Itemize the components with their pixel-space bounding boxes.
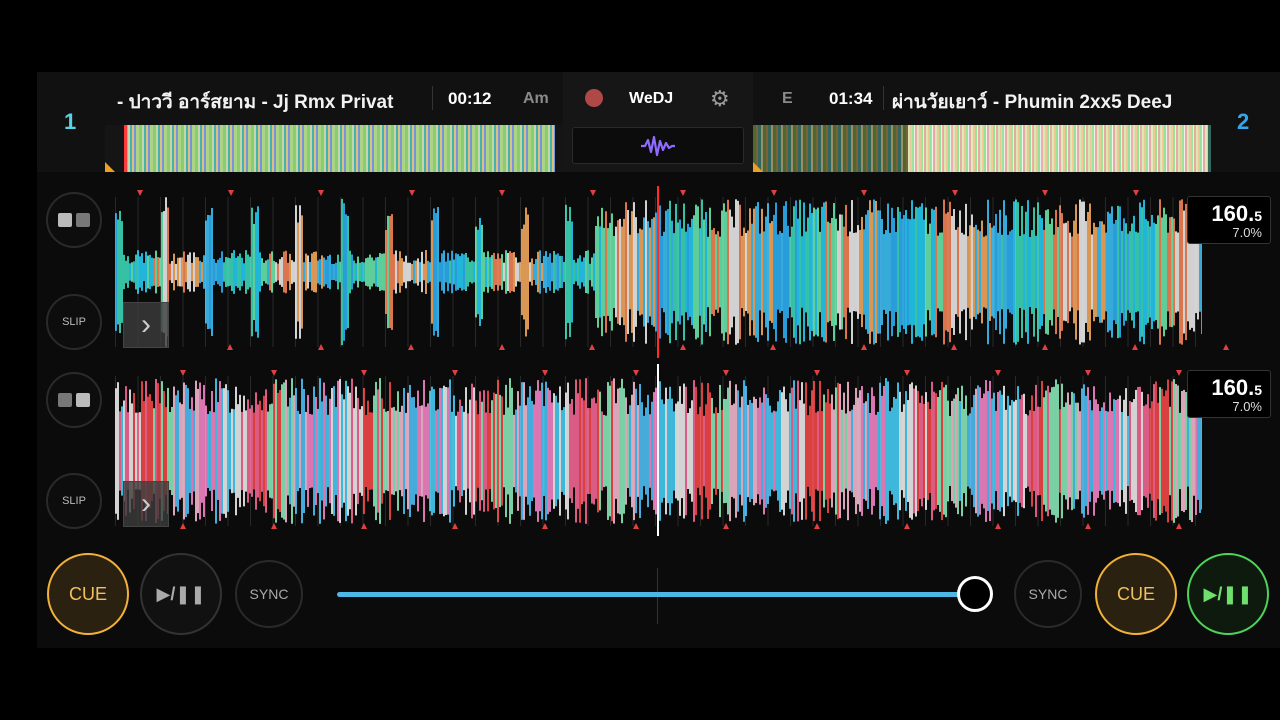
deck2-slip-button[interactable]: SLIP [46, 473, 102, 529]
deck1-playhead [657, 186, 659, 358]
deck2-bpm-decimal: 5 [1254, 382, 1262, 398]
center-panel: WeDJ ⚙ [563, 72, 753, 172]
deck1-track-title[interactable]: - ปาววี อาร์สยาม - Jj Rmx Privat [117, 87, 427, 117]
crossfader-knob[interactable] [956, 576, 993, 612]
deck1-overview-playhead [124, 125, 127, 172]
beat-marker [589, 344, 595, 350]
beat-marker [1041, 344, 1048, 350]
beat-marker [1085, 523, 1091, 529]
deck1-bpm: 160. [1211, 201, 1255, 226]
beat-marker [318, 190, 324, 196]
beat-marker [679, 344, 686, 350]
deck2-track-title[interactable]: ผ่านวัยเยาว์ - Phumin 2xx5 DeeJ [892, 87, 1208, 117]
deck2-loop-toggle[interactable] [46, 372, 102, 428]
beat-marker [180, 523, 186, 529]
beat-marker [589, 190, 596, 196]
deck1-overview-waveform[interactable] [105, 125, 563, 172]
beat-marker [770, 344, 776, 350]
deck1-number: 1 [64, 109, 77, 134]
beat-marker [860, 344, 867, 350]
beat-marker [1132, 344, 1138, 350]
beat-marker [137, 190, 143, 196]
deck1-pitch: 7.0% [1232, 225, 1262, 240]
divider [432, 86, 433, 110]
waveform-view-button[interactable] [572, 127, 744, 164]
beat-marker [1175, 523, 1182, 529]
beat-marker [499, 190, 505, 196]
beat-marker [770, 190, 777, 196]
deck1-loop-toggle[interactable] [46, 192, 102, 248]
pads-icon [58, 393, 90, 407]
beat-marker [1222, 344, 1229, 350]
beat-marker [680, 190, 686, 196]
deck2-sync-button[interactable]: SYNC [1014, 560, 1082, 628]
beat-marker [723, 523, 729, 529]
gear-icon[interactable]: ⚙ [710, 86, 730, 112]
beat-marker [951, 190, 958, 196]
deck2-bpm-display[interactable]: 160.5 7.0% [1187, 370, 1271, 418]
beat-marker [270, 523, 277, 529]
beat-marker [994, 523, 1001, 529]
beat-marker [227, 344, 233, 350]
beat-marker [632, 523, 639, 529]
deck1-bpm-decimal: 5 [1254, 208, 1262, 224]
deck2-pitch: 7.0% [1232, 399, 1262, 414]
deck1-play-pause-button[interactable]: ▶/❚❚ [140, 553, 222, 635]
divider [883, 86, 884, 110]
beat-marker [408, 190, 415, 196]
beat-marker [813, 523, 820, 529]
deck1-bpm-display[interactable]: 160.5 7.0% [1187, 196, 1271, 244]
beat-marker [227, 190, 234, 196]
deck1-overview-start-marker [105, 162, 115, 172]
deck1-sync-button[interactable]: SYNC [235, 560, 303, 628]
deck2-overview-waveform[interactable] [753, 125, 1211, 172]
deck1-key: Am [523, 90, 549, 107]
deck2-cue-button[interactable]: CUE [1095, 553, 1177, 635]
beat-marker [361, 523, 367, 529]
pads-icon [58, 213, 90, 227]
deck2-number: 2 [1237, 109, 1250, 134]
header: 1 - ปาววี อาร์สยาม - Jj Rmx Privat 00:12… [37, 72, 1280, 172]
deck2-playhead [657, 364, 659, 536]
waveform-icon [641, 135, 675, 156]
crossfader-track[interactable] [337, 592, 981, 597]
deck1-chevron-right-icon[interactable]: › [123, 302, 169, 348]
deck2-bpm: 160. [1211, 375, 1255, 400]
deck2-time: 01:34 [829, 89, 873, 108]
dj-app: 1 - ปาววี อาร์สยาม - Jj Rmx Privat 00:12… [37, 72, 1280, 648]
beat-marker [542, 523, 548, 529]
deck2-play-pause-button[interactable]: ▶/❚❚ [1187, 553, 1269, 635]
beat-marker [951, 344, 957, 350]
beat-marker [1132, 190, 1139, 196]
deck2-chevron-right-icon[interactable]: › [123, 481, 169, 527]
beat-marker [1042, 190, 1048, 196]
beat-marker [408, 344, 414, 350]
beat-marker [904, 523, 910, 529]
record-button[interactable] [585, 89, 603, 107]
brand-logo: WeDJ [629, 90, 674, 107]
deck1-slip-button[interactable]: SLIP [46, 294, 102, 350]
deck2-overview-start-marker [753, 162, 763, 172]
beat-marker [861, 190, 867, 196]
deck2-key: E [782, 90, 793, 107]
beat-marker [451, 523, 458, 529]
beat-marker [498, 344, 505, 350]
beat-marker [317, 344, 324, 350]
deck1-cue-button[interactable]: CUE [47, 553, 129, 635]
deck1-time: 00:12 [448, 89, 492, 108]
